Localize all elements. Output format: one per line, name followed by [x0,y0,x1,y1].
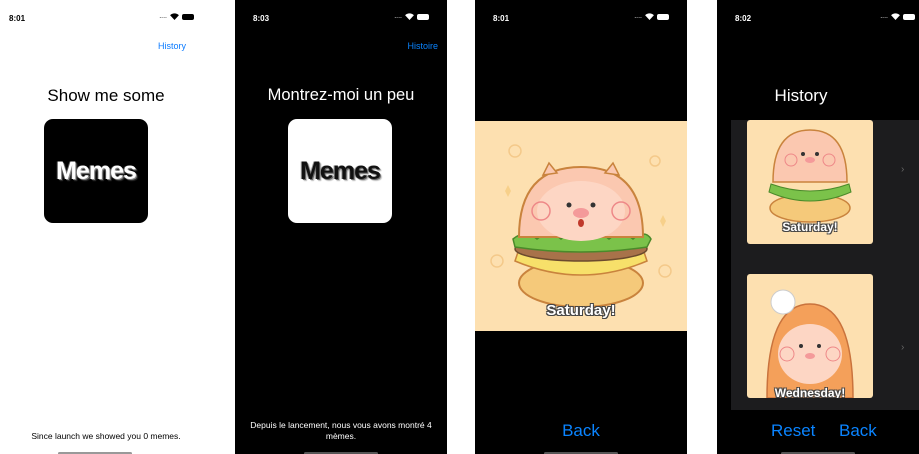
battery-icon [417,13,429,20]
signal-dots: .... [159,13,167,20]
meme-counter: Depuis le lancement, nous vous avons mon… [250,420,432,441]
headline: Show me some [47,86,165,105]
wifi-icon [891,13,900,20]
history-item-caption: Saturday! [782,220,838,234]
wifi-icon [405,13,414,20]
reset-button[interactable]: Reset [771,421,815,441]
memes-button[interactable]: Memes [288,119,392,223]
memes-button[interactable]: Memes [44,119,148,223]
signal-dots: .... [634,13,642,20]
home-screen-english: 8:01 .... History Show me some Memes Sin… [0,0,212,454]
headline: Montrez-moi un peu [267,86,415,104]
signal-dots: .... [880,13,888,20]
meme-image: Saturday! [475,121,687,331]
pig-drumstick-thumbnail [766,289,854,398]
history-button[interactable]: Histoire [407,41,438,51]
battery-icon [657,13,669,20]
meme-caption: Saturday! [546,302,616,319]
meme-counter: Since launch we showed you 0 memes. [31,431,181,441]
back-button[interactable]: Back [475,421,687,441]
home-screen-french: 8:03 .... Histoire Montrez-moi un peu Me… [235,0,447,454]
signal-dots: .... [394,13,402,20]
battery-icon [182,13,194,20]
back-button[interactable]: Back [839,421,877,441]
status-icons: .... [880,13,915,20]
chevron-right-icon: › [901,164,905,175]
memes-label: Memes [56,156,137,185]
status-time: 8:02 [735,14,752,23]
history-item-caption: Wednesday! [774,386,846,398]
history-item[interactable]: Wednesday! [747,274,873,398]
battery-icon [903,13,915,20]
history-item[interactable]: Saturday! [747,120,873,244]
pig-burger-illustration [490,144,672,308]
history-list[interactable]: Saturday! › Wednesday! › [731,120,919,410]
history-title: History [774,86,828,105]
chevron-right-icon: › [901,342,905,353]
meme-detail-screen: 8:01 .... Saturday! Back [475,0,687,454]
wifi-icon [170,13,179,20]
history-screen: 8:02 .... History Saturday! › Wednesday!… [717,0,919,454]
history-button[interactable]: History [158,41,186,51]
status-time: 8:01 [9,14,26,23]
status-icons: .... [634,13,669,20]
wifi-icon [645,13,654,20]
status-icons: .... [159,13,194,20]
status-icons: .... [394,13,429,20]
status-time: 8:01 [493,14,510,23]
memes-label: Memes [300,156,381,185]
status-time: 8:03 [253,14,270,23]
